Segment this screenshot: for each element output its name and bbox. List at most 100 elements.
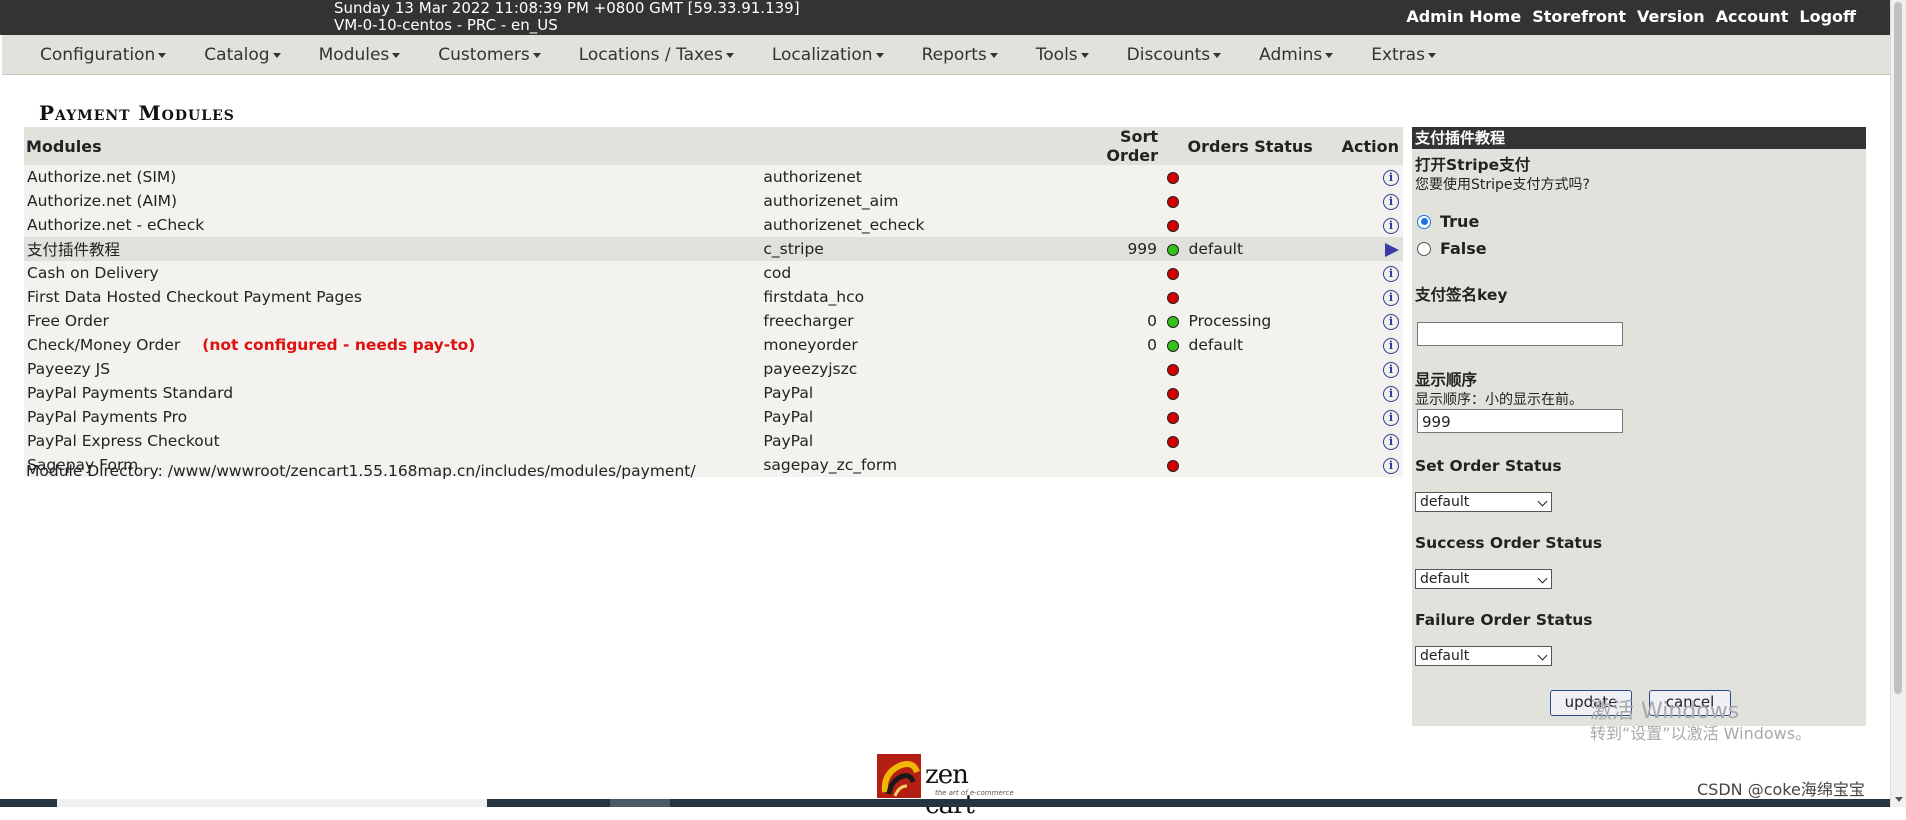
nav-admins[interactable]: Admins xyxy=(1259,45,1334,65)
select-value: default xyxy=(1420,494,1470,510)
select-value: default xyxy=(1420,648,1470,664)
table-row[interactable]: 支付插件教程 c_stripe 999 default xyxy=(24,237,1403,261)
info-icon[interactable]: i xyxy=(1383,217,1399,234)
table-row[interactable]: First Data Hosted Checkout Payment Pages… xyxy=(24,285,1403,309)
nav-label: Tools xyxy=(1035,45,1078,65)
nav-modules[interactable]: Modules xyxy=(319,45,401,65)
logo-tagline: the art of e-commerce xyxy=(935,789,1014,797)
radio-true-option[interactable]: True xyxy=(1417,212,1479,231)
status-green-icon xyxy=(1166,315,1179,328)
module-status-cell xyxy=(1160,237,1186,261)
module-status-cell xyxy=(1160,285,1186,309)
module-directory: Module Directory: /www/wwwroot/zencart1.… xyxy=(26,462,696,480)
status-red-icon xyxy=(1166,267,1179,280)
radio-false-option[interactable]: False xyxy=(1417,239,1487,258)
module-action-cell: i xyxy=(1327,429,1403,453)
info-icon[interactable]: i xyxy=(1383,313,1399,330)
module-name: Cash on Delivery xyxy=(27,264,159,282)
storefront-link[interactable]: Storefront xyxy=(1532,7,1626,26)
failure-order-status-select[interactable]: default xyxy=(1415,646,1552,666)
caret-down-icon xyxy=(272,52,281,58)
nav-customers[interactable]: Customers xyxy=(438,45,541,65)
table-row[interactable]: PayPal Payments Pro PayPal i xyxy=(24,405,1403,429)
radio-true-label: True xyxy=(1440,212,1480,231)
table-row[interactable]: Authorize.net - eCheck authorizenet_echec… xyxy=(24,213,1403,237)
table-row[interactable]: Check/Money Order (not configured - needs… xyxy=(24,333,1403,357)
radio-false[interactable] xyxy=(1417,241,1431,256)
nav-label: Customers xyxy=(438,45,530,65)
table-row[interactable]: Authorize.net (AIM) authorizenet_aim i xyxy=(24,189,1403,213)
status-red-icon xyxy=(1166,171,1179,184)
version-link[interactable]: Version xyxy=(1637,7,1705,26)
module-orders-status xyxy=(1185,405,1328,429)
nav-label: Admins xyxy=(1259,45,1323,65)
table-row[interactable]: Authorize.net (SIM) authorizenet i xyxy=(24,165,1403,189)
status-red-icon xyxy=(1166,459,1179,472)
radio-true[interactable] xyxy=(1417,214,1431,229)
caret-down-icon xyxy=(1427,52,1436,58)
table-row[interactable]: Free Order freecharger 0 Processing i xyxy=(24,309,1403,333)
scroll-down-arrow-icon[interactable] xyxy=(1895,797,1903,802)
nav-tools[interactable]: Tools xyxy=(1036,45,1089,65)
taskbar-item[interactable] xyxy=(610,799,670,807)
scrollbar-thumb[interactable] xyxy=(1894,2,1902,694)
table-row[interactable]: Payeezy JS payeezyjszc i xyxy=(24,357,1403,381)
caret-down-icon xyxy=(392,52,401,58)
table-row[interactable]: Cash on Delivery cod i xyxy=(24,261,1403,285)
play-icon[interactable] xyxy=(1385,242,1399,257)
module-name-cell: Cash on Delivery xyxy=(24,261,761,285)
caret-down-icon xyxy=(725,52,734,58)
module-action-cell: i xyxy=(1327,189,1403,213)
nav-locations-taxes[interactable]: Locations / Taxes xyxy=(579,45,734,65)
sort-order-input[interactable]: 999 xyxy=(1417,409,1623,433)
nav-localization[interactable]: Localization xyxy=(772,45,884,65)
nav-discounts[interactable]: Discounts xyxy=(1127,45,1222,65)
status-red-icon xyxy=(1166,363,1179,376)
table-row[interactable]: PayPal Express Checkout PayPal i xyxy=(24,429,1403,453)
nav-configuration[interactable]: Configuration xyxy=(40,45,167,65)
info-icon[interactable]: i xyxy=(1383,433,1399,450)
nav-label: Catalog xyxy=(204,45,270,65)
info-icon[interactable]: i xyxy=(1383,385,1399,402)
info-icon[interactable]: i xyxy=(1383,193,1399,210)
module-name: 支付插件教程 xyxy=(27,241,121,259)
admin-home-link[interactable]: Admin Home xyxy=(1406,7,1521,26)
taskbar-item[interactable] xyxy=(57,799,487,807)
module-status-cell xyxy=(1160,381,1186,405)
nav-catalog[interactable]: Catalog xyxy=(204,45,281,65)
module-name: PayPal Express Checkout xyxy=(27,432,220,450)
set-order-status-select[interactable]: default xyxy=(1415,492,1552,512)
nav-extras[interactable]: Extras xyxy=(1371,45,1436,65)
vertical-scrollbar[interactable] xyxy=(1890,0,1906,807)
module-orders-status xyxy=(1185,357,1328,381)
module-action-cell: i xyxy=(1327,285,1403,309)
module-action-cell: i xyxy=(1327,213,1403,237)
info-icon[interactable]: i xyxy=(1383,289,1399,306)
logoff-link[interactable]: Logoff xyxy=(1799,7,1856,26)
info-icon[interactable]: i xyxy=(1383,457,1399,474)
module-status-cell xyxy=(1160,213,1186,237)
info-icon[interactable]: i xyxy=(1383,337,1399,354)
account-link[interactable]: Account xyxy=(1716,7,1789,26)
info-icon[interactable]: i xyxy=(1383,265,1399,282)
set-order-status-label: Set Order Status xyxy=(1415,457,1562,475)
nav-reports[interactable]: Reports xyxy=(922,45,998,65)
module-name-cell: Authorize.net (AIM) xyxy=(24,189,761,213)
module-name-cell: Authorize.net (SIM) xyxy=(24,165,761,189)
module-code: sagepay_zc_form xyxy=(760,453,1069,477)
watermark-subtitle: 转到“设置”以激活 Windows。 xyxy=(1590,724,1812,743)
zen-cart-logo[interactable]: zen cart the art of e-commerce xyxy=(877,752,1017,820)
info-icon[interactable]: i xyxy=(1383,361,1399,378)
module-orders-status xyxy=(1185,381,1328,405)
info-icon[interactable]: i xyxy=(1383,409,1399,426)
success-order-status-select[interactable]: default xyxy=(1415,569,1552,589)
key-input[interactable] xyxy=(1417,322,1623,346)
info-icon[interactable]: i xyxy=(1383,169,1399,186)
enable-label: 打开Stripe支付 xyxy=(1415,156,1531,174)
table-row[interactable]: PayPal Payments Standard PayPal i xyxy=(24,381,1403,405)
module-status-cell xyxy=(1160,405,1186,429)
module-sort-order xyxy=(1068,213,1161,237)
sort-order-description: 显示顺序：小的显示在前。 xyxy=(1415,392,1583,408)
module-name: PayPal Payments Standard xyxy=(27,384,234,402)
module-sort-order xyxy=(1068,453,1161,477)
